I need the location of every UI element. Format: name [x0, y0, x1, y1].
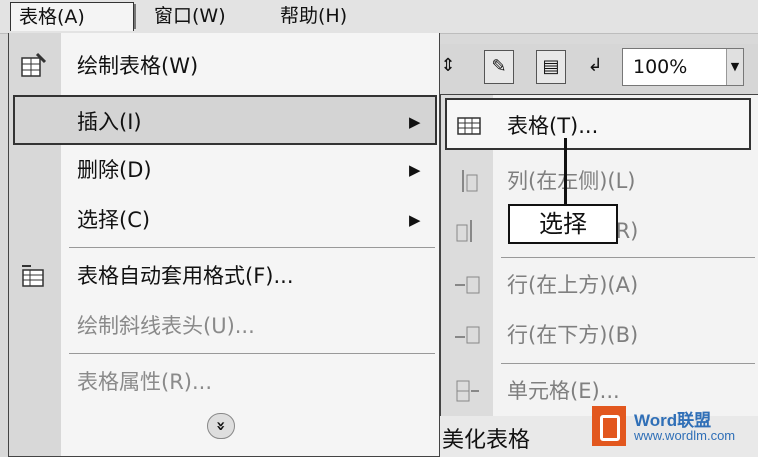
menu-item-label: 绘制表格(W) [77, 54, 199, 78]
menu-item-label: 删除(D) [77, 158, 152, 182]
menu-item-select[interactable]: 选择(C) ▶ [9, 195, 439, 245]
menu-separator [69, 353, 435, 354]
menu-separator [134, 4, 136, 29]
menu-item-label: 表格自动套用格式(F)... [77, 264, 294, 288]
submenu-item-row-above: 行(在上方)(A) [441, 259, 758, 311]
submenu-item-table[interactable]: 表格(T)... [445, 98, 751, 150]
menu-item-label: 插入(I) [77, 110, 142, 134]
menu-separator [69, 247, 435, 248]
menu-item-insert[interactable]: 插入(I) ▶ [13, 95, 437, 145]
submenu-item-label: 行(在下方)(B) [507, 323, 639, 347]
menu-bar: 表格(A) 窗口(W) 帮助(H) [0, 0, 758, 34]
menu-item-label: 绘制斜线表头(U)... [77, 314, 255, 338]
submenu-arrow-icon: ▶ [409, 113, 421, 131]
menu-item-diagonal-header: 绘制斜线表头(U)... [9, 301, 439, 351]
show-hide-icon[interactable]: ↲ [580, 50, 610, 84]
menu-item-label: 表格属性(R)... [77, 370, 213, 394]
submenu-item-label: 行(在上方)(A) [507, 273, 639, 297]
draw-table-icon[interactable]: ✎ [484, 50, 514, 84]
document-text: 美化表格 [442, 428, 531, 453]
callout-pointer [564, 138, 567, 206]
submenu-separator [501, 257, 755, 258]
expand-menu-button[interactable]: » [207, 413, 235, 439]
zoom-select[interactable]: 100% ▼ [622, 48, 744, 86]
menu-item-draw-table[interactable]: 绘制表格(W) [9, 41, 439, 91]
zoom-value: 100% [633, 56, 688, 78]
submenu-arrow-icon: ▶ [409, 211, 421, 229]
submenu-item-label: 列(在左侧)(L) [507, 169, 636, 193]
menu-item-delete[interactable]: 删除(D) ▶ [9, 145, 439, 195]
menu-window-label: 窗口(W) [154, 5, 226, 27]
table-menu: 绘制表格(W) 插入(I) ▶ 删除(D) ▶ 选择(C) ▶ 表格自动套用格式… [8, 33, 440, 457]
menu-window[interactable]: 窗口(W) [146, 2, 234, 31]
insert-row-above-icon [455, 276, 480, 294]
submenu-separator [501, 363, 755, 364]
menu-table-label: 表格(A) [19, 6, 85, 28]
office-logo-icon [592, 406, 626, 446]
menu-table[interactable]: 表格(A) [10, 2, 134, 31]
menu-item-label: 选择(C) [77, 208, 151, 232]
autoformat-icon [22, 265, 44, 287]
draw-table-icon [21, 52, 47, 77]
document-map-icon[interactable]: ▤ [536, 50, 566, 84]
chevron-double-down-icon: » [212, 420, 231, 432]
watermark: Word联盟 www.wordlm.com [592, 402, 758, 452]
insert-column-right-icon [456, 220, 472, 242]
submenu-item-row-below: 行(在下方)(B) [441, 309, 758, 361]
submenu-item-label: 表格(T)... [507, 114, 599, 138]
submenu-item-column-left: 列(在左侧)(L) [441, 155, 758, 207]
submenu-arrow-icon: ▶ [409, 161, 421, 179]
table-icon [457, 117, 481, 135]
menu-item-autoformat[interactable]: 表格自动套用格式(F)... [9, 251, 439, 301]
menu-help[interactable]: 帮助(H) [272, 2, 355, 31]
callout-label: 选择 [508, 204, 618, 244]
insert-column-left-icon [462, 170, 478, 192]
toolbar: ⇕ ✎ ▤ ↲ 100% ▼ [440, 44, 758, 94]
watermark-url: www.wordlm.com [634, 428, 736, 443]
insert-cell-icon [456, 380, 479, 402]
menu-help-label: 帮助(H) [280, 5, 348, 27]
chevron-down-icon[interactable]: ▼ [726, 49, 743, 85]
arrow-icon[interactable]: ⇕ [440, 50, 456, 84]
menu-item-table-properties: 表格属性(R)... [9, 357, 439, 407]
insert-submenu: 表格(T)... 列(在左侧)(L) 列(在右侧)(R) 行(在上方)(A) 行… [440, 94, 758, 416]
insert-row-below-icon [455, 326, 480, 344]
